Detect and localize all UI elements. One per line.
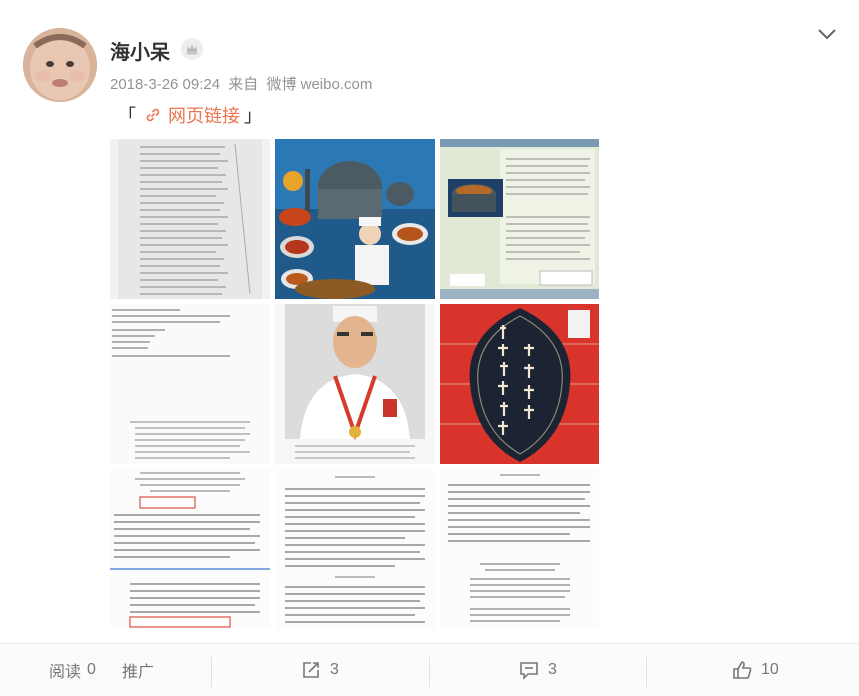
image-thumbnail[interactable]	[275, 469, 435, 629]
user-name[interactable]: 海小呆	[110, 36, 170, 65]
source-prefix: 来自	[228, 76, 259, 93]
mosque-cuisine-cover-icon	[275, 139, 435, 299]
divider	[646, 657, 647, 687]
divider	[211, 657, 212, 687]
image-thumbnail[interactable]	[110, 139, 270, 299]
image-thumbnail[interactable]	[110, 469, 270, 629]
baby-face-icon	[23, 28, 97, 102]
post-source[interactable]: 微博 weibo.com	[266, 76, 372, 93]
bracket-close: 」	[244, 106, 262, 126]
read-count-value: 0	[87, 661, 96, 678]
comment-icon	[520, 662, 538, 680]
read-label: 阅读	[49, 664, 82, 681]
promote-button[interactable]: 推广	[122, 644, 154, 696]
bracket-open: 「	[118, 106, 136, 126]
avatar[interactable]	[23, 28, 97, 102]
divider	[429, 657, 430, 687]
image-thumbnail[interactable]	[440, 139, 599, 299]
share-button[interactable]: 3	[300, 644, 339, 696]
book-back-cover-pot-icon	[440, 139, 599, 299]
post-text: 「 网页链接 」	[118, 102, 262, 128]
share-icon	[303, 662, 319, 678]
share-count: 3	[330, 661, 339, 678]
copyright-page-icon	[110, 304, 270, 464]
post-meta: 2018-3-26 09:24 来自 微博 weibo.com	[110, 73, 376, 94]
introduction-page-icon	[440, 469, 599, 629]
recipe-page-icon	[110, 469, 270, 629]
read-count: 阅读 0	[49, 644, 96, 696]
web-link-label: 网页链接	[168, 106, 240, 126]
thumbs-up-icon	[733, 661, 752, 679]
web-link[interactable]: 网页链接	[144, 102, 240, 128]
promote-label: 推广	[122, 664, 155, 681]
chevron-down-icon[interactable]	[817, 26, 837, 42]
comment-count: 3	[548, 661, 557, 678]
beijing-halal-cover-icon	[440, 304, 599, 464]
comment-button[interactable]: 3	[518, 644, 557, 696]
image-thumbnail[interactable]	[440, 469, 599, 629]
like-count: 10	[761, 661, 779, 678]
image-thumbnail[interactable]	[275, 304, 435, 464]
image-thumbnail[interactable]	[110, 304, 270, 464]
chef-portrait-icon	[275, 304, 435, 464]
image-grid	[110, 139, 601, 629]
image-thumbnail[interactable]	[275, 139, 435, 299]
like-button[interactable]: 10	[731, 644, 779, 696]
image-thumbnail[interactable]	[440, 304, 599, 464]
link-icon	[146, 108, 160, 122]
post-date[interactable]: 2018-3-26 09:24	[110, 76, 220, 93]
action-bar: 阅读 0 推广 3 3 10	[0, 643, 859, 696]
crown-icon	[181, 38, 203, 60]
recipe-page-icon	[275, 469, 435, 629]
book-index-page-icon	[110, 139, 270, 299]
